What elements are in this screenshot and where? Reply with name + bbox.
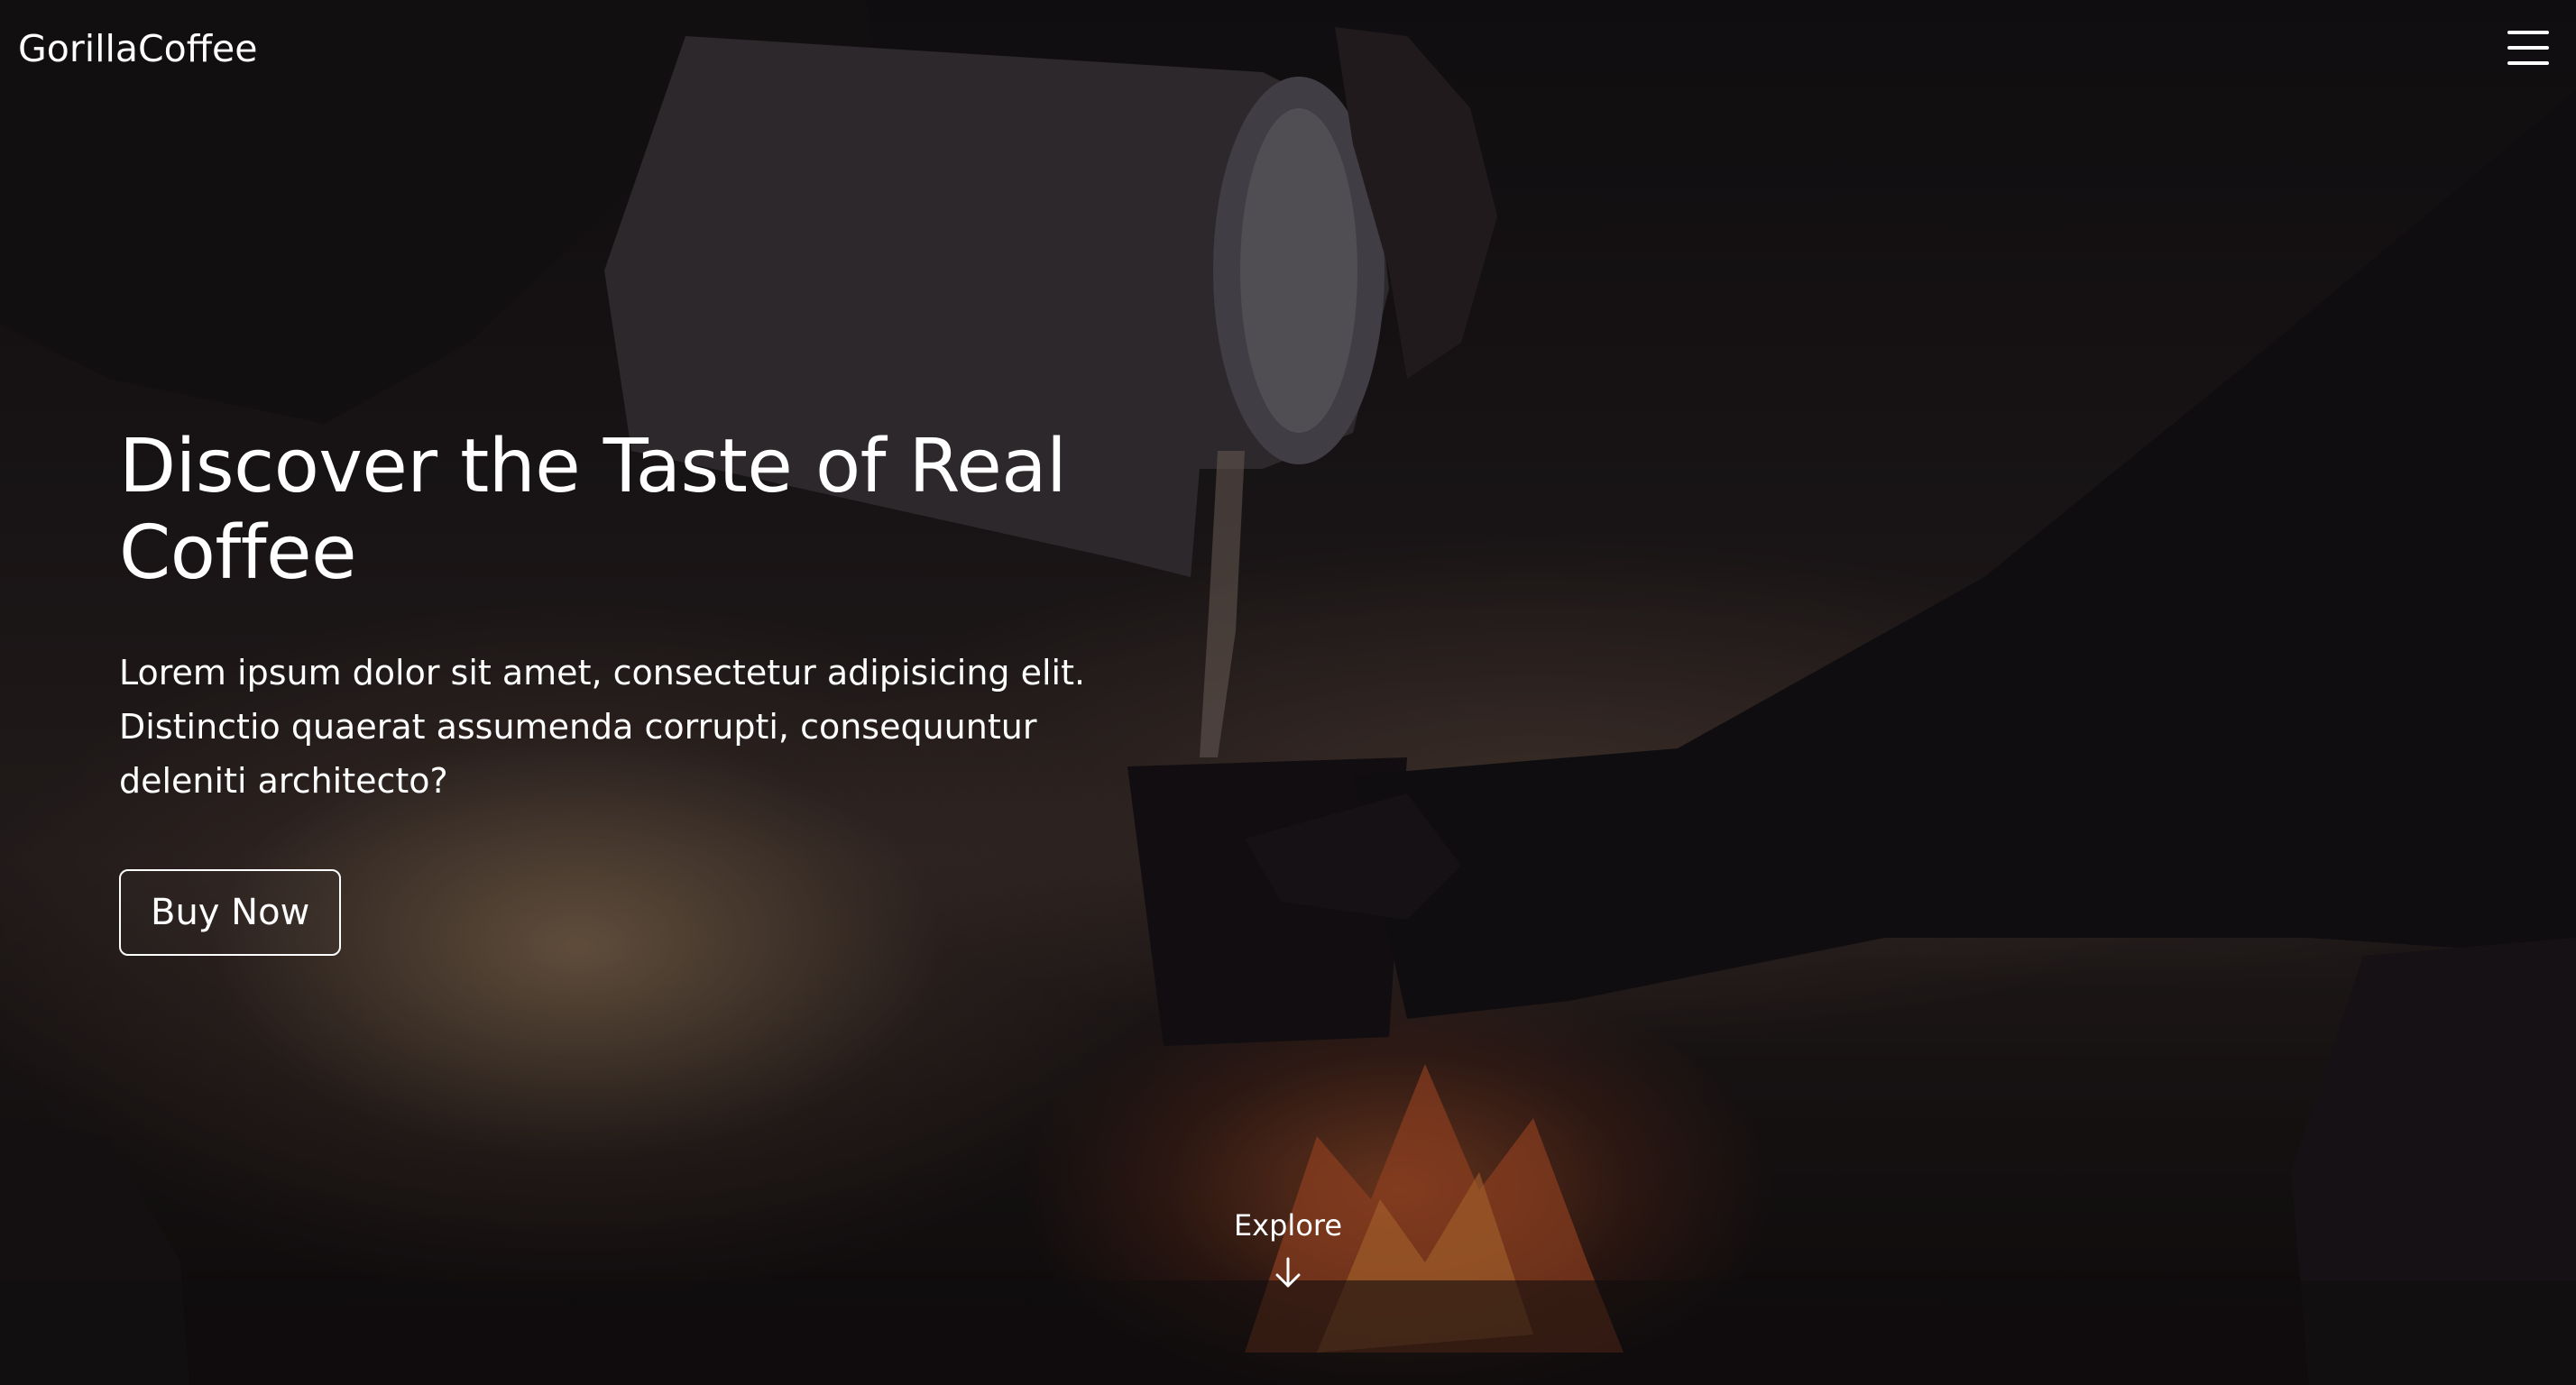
brand-logo[interactable]: GorillaCoffee bbox=[18, 27, 257, 70]
menu-bar-bottom bbox=[2507, 61, 2549, 65]
hero-content: Discover the Taste of Real Coffee Lorem … bbox=[119, 424, 1111, 956]
menu-bar-top bbox=[2507, 31, 2549, 34]
menu-bar-middle bbox=[2507, 46, 2549, 50]
explore-label: Explore bbox=[1233, 1208, 1343, 1243]
arrow-down-icon bbox=[1275, 1257, 1301, 1288]
hero-subtext: Lorem ipsum dolor sit amet, consectetur … bbox=[119, 653, 1086, 801]
explore-link[interactable]: Explore bbox=[1198, 1208, 1378, 1291]
hero-headline: Discover the Taste of Real Coffee bbox=[119, 424, 1067, 596]
hamburger-menu-icon[interactable] bbox=[2507, 29, 2549, 67]
buy-now-button[interactable]: Buy Now bbox=[119, 869, 342, 956]
